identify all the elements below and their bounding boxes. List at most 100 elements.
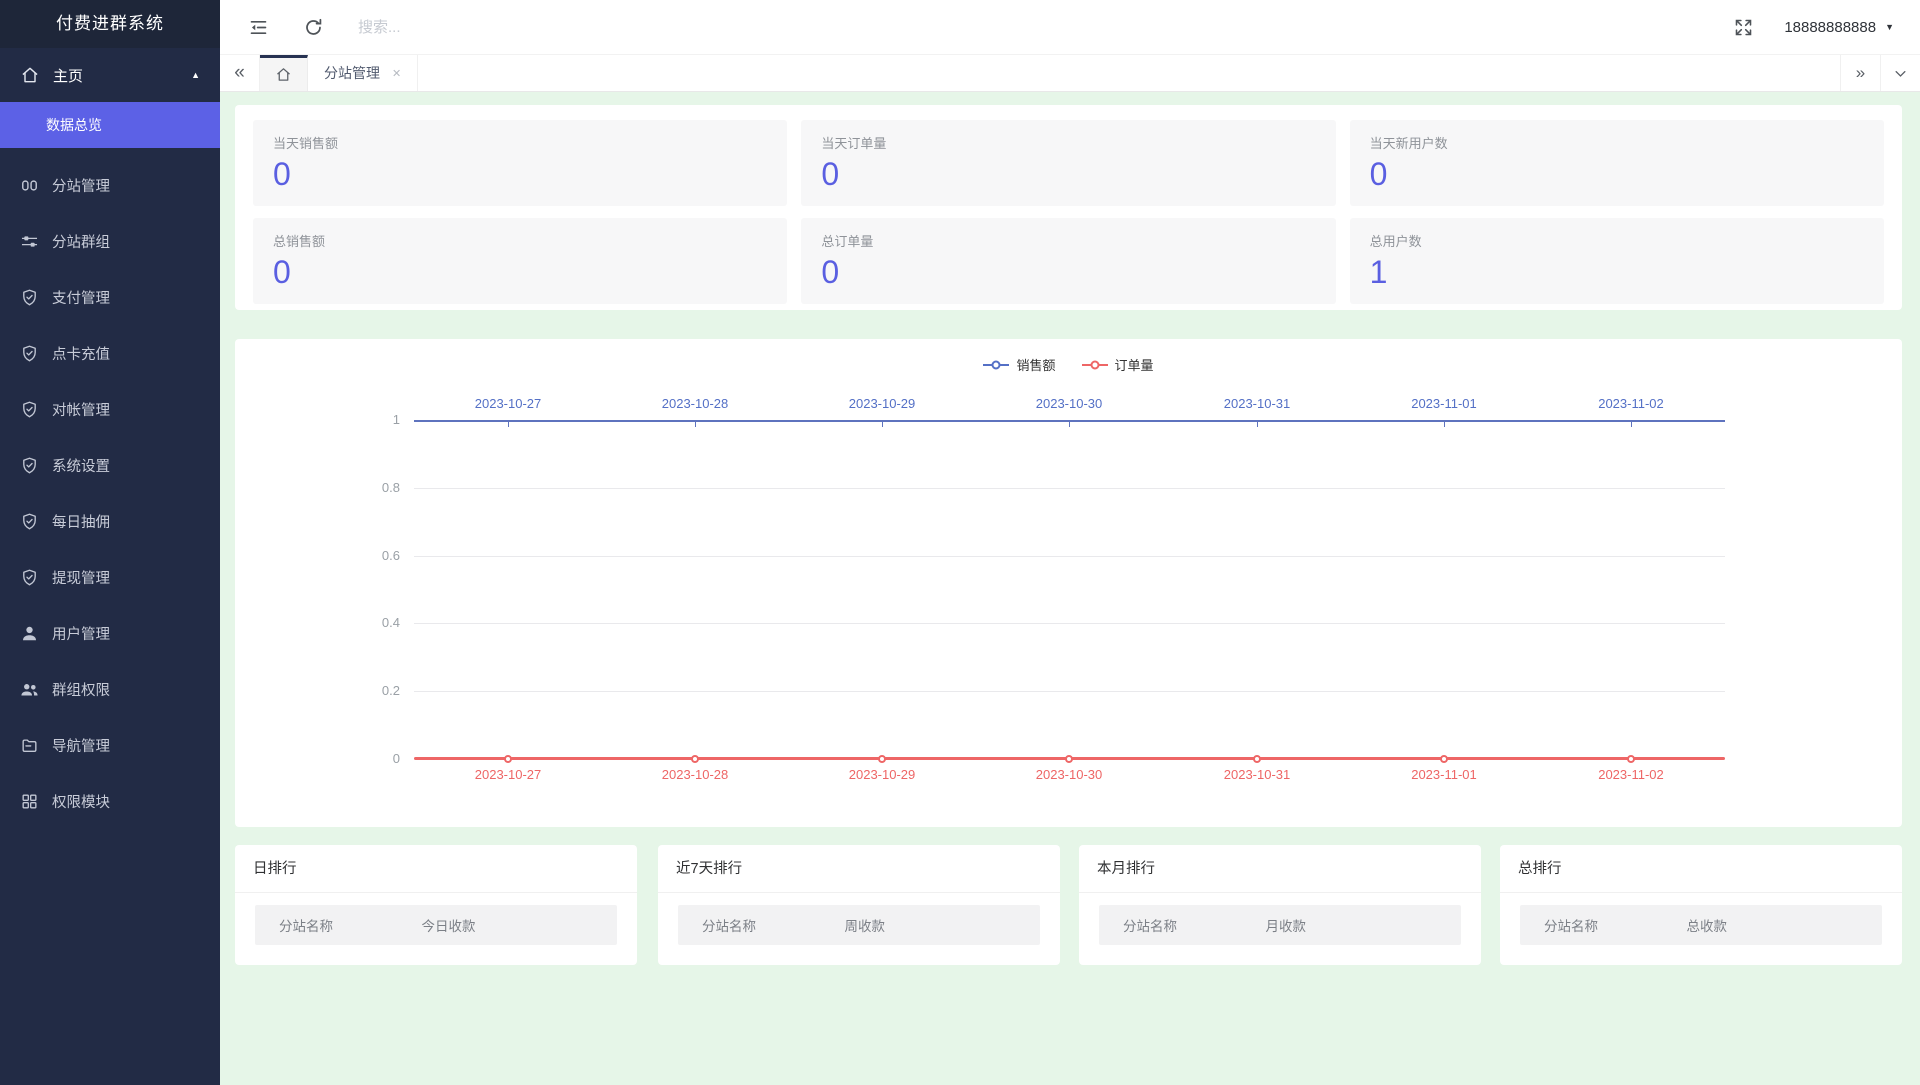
stat-label: 总订单量 — [821, 234, 874, 249]
sidebar-item-withdrawal-manage[interactable]: 提现管理 — [0, 549, 220, 605]
rank-title: 总排行 — [1500, 845, 1902, 893]
x-axis-label-bottom: 2023-10-30 — [1035, 767, 1103, 782]
sidebar-item-reconciliation[interactable]: 对帐管理 — [0, 381, 220, 437]
sidebar-item-subsite-manage[interactable]: 分站管理 — [0, 157, 220, 213]
tabs-menu-button[interactable] — [1880, 55, 1920, 91]
sidebar-item-home[interactable]: 主页 ▲ — [0, 48, 220, 102]
data-point — [1065, 755, 1073, 763]
caret-down-icon: ▼ — [1885, 22, 1894, 32]
sidebar-item-permission-modules[interactable]: 权限模块 — [0, 773, 220, 829]
sidebar-item-label: 主页 — [53, 67, 84, 85]
caret-up-icon: ▲ — [191, 70, 200, 80]
sidebar-item-system-settings[interactable]: 系统设置 — [0, 437, 220, 493]
legend-item-sales[interactable]: 销售额 — [983, 355, 1056, 374]
x-axis-label-bottom: 2023-11-02 — [1598, 767, 1664, 782]
sidebar-item-card-recharge[interactable]: 点卡充值 — [0, 325, 220, 381]
fullscreen-icon[interactable] — [1733, 17, 1754, 38]
sidebar-item-label: 权限模块 — [52, 794, 110, 811]
y-tick-label: 0.8 — [381, 480, 400, 495]
x-axis-label-bottom: 2023-10-28 — [661, 767, 729, 782]
gridline — [414, 691, 1725, 692]
gridline — [414, 556, 1725, 557]
x-axis-label-bottom: 2023-10-27 — [474, 767, 542, 782]
home-icon — [20, 65, 40, 85]
home-icon — [275, 66, 292, 83]
rank-title: 近7天排行 — [658, 845, 1060, 893]
tabbar: « 分站管理 ✕ » — [220, 55, 1920, 92]
legend-marker-blue — [983, 360, 1010, 369]
rank-card-daily: 日排行 分站名称 今日收款 — [235, 845, 637, 965]
y-tick-label: 0.4 — [381, 615, 400, 630]
stat-total-sales: 总销售额 0 — [253, 218, 788, 304]
rank-col-amount: 总收款 — [1686, 919, 1728, 934]
sidebar-item-navigation-manage[interactable]: 导航管理 — [0, 717, 220, 773]
navigation-icon — [20, 736, 39, 755]
sidebar-item-data-overview[interactable]: 数据总览 — [0, 102, 220, 148]
tab-subsite-manage[interactable]: 分站管理 ✕ — [308, 55, 419, 91]
search-input[interactable] — [358, 18, 658, 36]
sidebar: 付费进群系统 主页 ▲ 数据总览 分站管理 分站群组 支付管理 点卡充值 对帐管… — [0, 0, 220, 1085]
sidebar-item-label: 对帐管理 — [52, 402, 110, 419]
sidebar-item-label: 数据总览 — [46, 117, 102, 133]
chart-legend: 销售额 订单量 — [235, 355, 1902, 374]
chevron-down-icon — [1895, 70, 1906, 77]
sidebar-item-payment-manage[interactable]: 支付管理 — [0, 269, 220, 325]
x-axis-label-top: 2023-11-02 — [1598, 396, 1664, 411]
legend-marker-red — [1081, 360, 1108, 369]
sidebar-item-subsite-groups[interactable]: 分站群组 — [0, 213, 220, 269]
shield-check-icon — [20, 288, 39, 307]
x-axis-label-top: 2023-10-27 — [474, 396, 542, 411]
sales-orders-chart: 销售额 订单量 1 0.8 0.6 0.4 0.2 0 2023-10-27 2… — [235, 339, 1902, 827]
rank-col-amount: 周收款 — [844, 919, 886, 934]
sidebar-item-group-permissions[interactable]: 群组权限 — [0, 661, 220, 717]
close-icon[interactable]: ✕ — [392, 67, 401, 80]
sidebar-item-label: 导航管理 — [52, 738, 110, 755]
sidebar-item-user-manage[interactable]: 用户管理 — [0, 605, 220, 661]
tabs-scroll-right-button[interactable]: » — [1840, 55, 1880, 91]
rank-table-header: 分站名称 总收款 — [1520, 905, 1882, 945]
tab-home[interactable] — [260, 55, 308, 91]
stat-total-users: 总用户数 1 — [1349, 218, 1884, 304]
gridline — [414, 623, 1725, 624]
x-axis-label-top: 2023-11-01 — [1411, 396, 1477, 411]
sidebar-item-label: 每日抽佣 — [52, 514, 110, 531]
tab-label: 分站管理 — [324, 65, 380, 81]
rank-card-month: 本月排行 分站名称 月收款 — [1079, 845, 1481, 965]
app-title: 付费进群系统 — [0, 0, 220, 48]
legend-item-orders[interactable]: 订单量 — [1081, 355, 1154, 374]
stat-value: 0 — [273, 254, 291, 290]
axis-tick — [1257, 422, 1258, 427]
legend-label: 订单量 — [1114, 358, 1154, 373]
y-tick-label: 0.2 — [381, 683, 400, 698]
username: 18888888888 — [1784, 18, 1877, 36]
stat-label: 当天销售额 — [273, 136, 339, 151]
axis-tick — [1444, 422, 1445, 427]
rank-title: 本月排行 — [1079, 845, 1481, 893]
stat-label: 当天订单量 — [821, 136, 887, 151]
rank-table-header: 分站名称 周收款 — [678, 905, 1040, 945]
tabs-scroll-left-button[interactable]: « — [220, 55, 260, 91]
stat-today-orders: 当天订单量 0 — [801, 120, 1336, 206]
refresh-icon[interactable] — [303, 17, 324, 38]
sidebar-item-label: 群组权限 — [52, 682, 110, 699]
sidebar-item-label: 用户管理 — [52, 626, 110, 643]
user-menu[interactable]: 18888888888 ▼ — [1784, 19, 1894, 36]
rank-col-name: 分站名称 — [1544, 919, 1598, 934]
sidebar-item-label: 支付管理 — [52, 290, 110, 307]
sidebar-item-daily-commission[interactable]: 每日抽佣 — [0, 493, 220, 549]
x-axis-label-top: 2023-10-30 — [1035, 396, 1103, 411]
axis-tick — [695, 422, 696, 427]
topbar: 18888888888 ▼ — [220, 0, 1920, 55]
stat-today-new-users: 当天新用户数 0 — [1349, 120, 1884, 206]
stat-today-sales: 当天销售额 0 — [253, 120, 788, 206]
menu-fold-icon[interactable] — [248, 17, 269, 38]
stat-total-orders: 总订单量 0 — [801, 218, 1336, 304]
shield-check-icon — [20, 512, 39, 531]
sidebar-item-label: 提现管理 — [52, 570, 110, 587]
sidebar-item-label: 点卡充值 — [52, 346, 110, 363]
rank-col-name: 分站名称 — [279, 919, 333, 934]
x-axis-label-bottom: 2023-11-01 — [1411, 767, 1477, 782]
stat-label: 当天新用户数 — [1369, 136, 1448, 151]
stat-value: 1 — [1369, 254, 1388, 290]
user-icon — [20, 624, 39, 643]
